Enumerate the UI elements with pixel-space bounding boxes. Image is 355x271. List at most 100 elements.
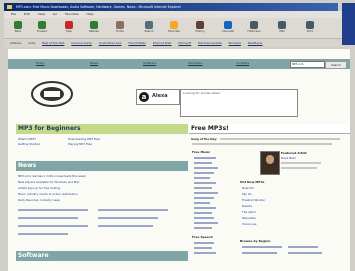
toolbar-label: Channels [222, 30, 234, 33]
genre-link-line [194, 202, 210, 204]
links-bar: Address Links Best of the Web Channel Gu… [4, 39, 350, 47]
link-windows-update[interactable]: Windows Update [198, 41, 222, 45]
news-item[interactable]: MP3.com reaches 1 million downloads this… [18, 174, 86, 178]
news-heading: News [16, 161, 188, 171]
link-microsoft[interactable]: Microsoft [178, 41, 191, 45]
toolbar-label: Stop [66, 30, 72, 33]
toolbar-label: Home [116, 30, 124, 33]
song-of-day-title: Song of the Day: [191, 137, 218, 141]
genre-link-line [194, 217, 214, 219]
new-mp3-item[interactable]: Freakish Wonder [242, 198, 265, 202]
new-mp3-item[interactable]: Dakota [242, 204, 252, 208]
region-link-line [288, 252, 322, 254]
speech-link-line [194, 252, 216, 254]
news-text-line [18, 225, 88, 227]
toolbar-button-back[interactable]: Back [8, 20, 28, 36]
menu-bar: File Edit View Go Favorites Help [4, 11, 344, 18]
region-link-line [242, 246, 282, 248]
link-best-of-web[interactable]: Best of the Web [42, 41, 64, 45]
genre-link-line [194, 192, 218, 194]
toolbar-label: Search [144, 30, 154, 33]
song-of-day-label: Song of the Day: [191, 137, 217, 141]
beginners-link[interactable]: Downloading MP3 Files [68, 137, 100, 141]
new-mp3-item[interactable]: Sky Go [242, 192, 252, 196]
browser-screenshot: MP3.com: Free Music Downloads, Audio Sof… [0, 0, 355, 271]
menu-view[interactable]: View [38, 12, 45, 16]
toolbar-button-fullscreen[interactable]: Fullscreen [244, 20, 264, 36]
menu-favorites[interactable]: Favorites [65, 12, 79, 16]
genre-link-line [194, 172, 214, 174]
featured-artist-name[interactable]: Dave Baird [281, 156, 296, 160]
menu-file[interactable]: File [11, 12, 16, 16]
history-icon [196, 21, 204, 29]
toolbar-button-favorites[interactable]: Favorites [164, 20, 184, 36]
channels-icon [224, 21, 232, 29]
beginners-link[interactable]: Playing MP3 Files [68, 142, 92, 146]
region-link-line [288, 246, 318, 248]
menu-edit[interactable]: Edit [24, 12, 30, 16]
toolbar-label: Print [307, 30, 313, 33]
link-internet-start[interactable]: Internet Start [153, 41, 172, 45]
home-icon [116, 21, 124, 29]
toolbar-button-history[interactable]: History [190, 20, 210, 36]
new-mp3-item[interactable]: Buzz Kill [242, 186, 254, 190]
nav-news[interactable]: News [90, 61, 98, 65]
link-windows[interactable]: Windows [228, 41, 241, 45]
genre-link-line [194, 212, 212, 214]
artist-text-line [281, 167, 317, 169]
genre-link-line [194, 167, 218, 169]
toolbar-button-print[interactable]: Print [300, 20, 320, 36]
back-arrow-icon [14, 21, 22, 29]
mp3-logo[interactable] [30, 79, 74, 109]
toolbar-button-search[interactable]: Search [139, 20, 159, 36]
search-button[interactable]: Search [325, 61, 347, 69]
nav-software[interactable]: Software [143, 61, 156, 65]
toolbar-label: Favorites [168, 30, 180, 33]
links-label: Links [28, 41, 36, 45]
new-mp3-item[interactable]: Vinnie Lee [242, 222, 257, 226]
genre-link-line [194, 227, 212, 229]
refresh-icon [90, 21, 98, 29]
beginners-link[interactable]: What's MP3? [18, 137, 36, 141]
beginners-heading: MP3 for Beginners [16, 124, 188, 134]
alexa-badge[interactable]: a Alexa [136, 89, 180, 105]
news-item[interactable]: New players available for Windows and Ma… [18, 180, 80, 184]
beginners-link[interactable]: Getting Started [18, 142, 40, 146]
link-channel-guide[interactable]: Channel Guide [71, 41, 92, 45]
nav-music[interactable]: Music [36, 61, 45, 65]
ie-window-icon [7, 5, 12, 9]
link-customize[interactable]: Customize Links [99, 41, 122, 45]
toolbar-button-stop[interactable]: Stop [59, 20, 79, 36]
news-item[interactable]: Music industry reacts to online distribu… [18, 192, 78, 196]
featured-artist-heading: Featured Artist [281, 151, 307, 155]
software-heading: Software [16, 251, 188, 261]
window-title: MP3.com: Free Music Downloads, Audio Sof… [16, 5, 181, 9]
menu-go[interactable]: Go [53, 12, 57, 16]
toolbar-button-home[interactable]: Home [110, 20, 130, 36]
toolbar: Back Forward Stop Refresh Home Search Fa… [4, 18, 350, 39]
alexa-related-box[interactable]: Looking for similar sites? [180, 89, 298, 117]
free-mp3s-heading: Free MP3s! [189, 124, 350, 134]
ie-throbber [342, 3, 355, 45]
nav-contests[interactable]: Contests [236, 61, 249, 65]
toolbar-button-channels[interactable]: Channels [218, 20, 238, 36]
nav-hardware[interactable]: Hardware [188, 61, 202, 65]
toolbar-button-forward[interactable]: Forward [32, 20, 52, 36]
web-page: Music News Software Hardware Contests MP… [8, 49, 350, 271]
featured-artist-photo[interactable] [260, 151, 280, 175]
news-item[interactable]: Daily Roundup: Industry news [18, 198, 60, 202]
toolbar-button-mail[interactable]: Mail [272, 20, 292, 36]
news-text-line [98, 209, 168, 211]
search-input[interactable]: MP3.com [290, 61, 325, 68]
new-mp3-item[interactable]: The Alarm [242, 210, 256, 214]
news-text-line [18, 233, 68, 235]
link-realplayer[interactable]: RealPlayer [248, 41, 263, 45]
hot-new-heading: Hot New MP3s [240, 180, 265, 184]
news-item[interactable]: Artists sign up for free hosting [18, 186, 60, 190]
toolbar-button-refresh[interactable]: Refresh [84, 20, 104, 36]
song-text-line [220, 138, 340, 140]
link-hotmail[interactable]: Free HotMail [128, 41, 145, 45]
new-mp3-item[interactable]: Rainwater [242, 216, 256, 220]
menu-help[interactable]: Help [87, 12, 94, 16]
toolbar-label: History [195, 30, 205, 33]
